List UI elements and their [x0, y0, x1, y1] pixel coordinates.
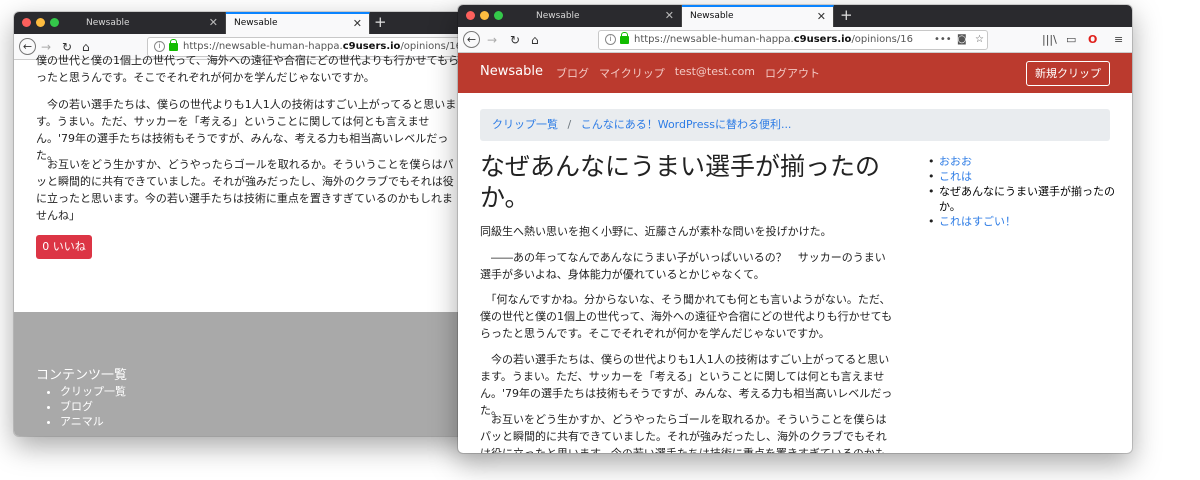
menu-icon[interactable]: ≡: [1114, 32, 1123, 48]
lock-icon: [169, 39, 178, 51]
sidebar-item[interactable]: これはすごい！: [926, 214, 1121, 229]
new-tab-icon[interactable]: +: [374, 12, 387, 33]
close-tab-icon[interactable]: ✕: [665, 5, 674, 27]
url-prefix: https://newsable-human-happa.: [183, 41, 343, 52]
footer-link-animal[interactable]: アニマル: [60, 414, 126, 429]
bookmark-star-icon[interactable]: ☆: [975, 31, 984, 49]
breadcrumb-clip-list[interactable]: クリップ一覧: [492, 118, 558, 131]
sidebar-item[interactable]: おおお: [926, 154, 1121, 169]
tab-label: Newsable: [234, 18, 278, 28]
close-tab-icon[interactable]: ✕: [209, 12, 218, 34]
opera-extension-icon[interactable]: O: [1088, 32, 1097, 48]
footer-link-clips[interactable]: クリップ一覧: [60, 384, 126, 399]
sidebar-list: おおお これは なぜあんなにうまい選手が揃ったのか。 これはすごい！: [926, 154, 1121, 229]
tab-1[interactable]: Newsable ✕: [78, 12, 226, 34]
footer: コンテンツ一覧 クリップ一覧 ブログ アニマル: [14, 312, 480, 436]
nav-link-user-email[interactable]: test@test.com: [675, 65, 755, 81]
nav-link-my-clips[interactable]: マイクリップ: [599, 65, 665, 81]
tab-label: Newsable: [86, 18, 130, 28]
article-paragraph: ――あの年ってなんであんなにうまい子がいっぱいいるの？ サッカーのうまい選手が多…: [480, 251, 886, 281]
breadcrumb-separator: /: [567, 118, 572, 131]
article-paragraph: 「何なんですかね。分からないな、そう聞かれても何とも言いようがない。ただ、僕の世…: [480, 293, 893, 340]
home-icon[interactable]: ⌂: [531, 32, 539, 48]
brand-logo[interactable]: Newsable: [480, 64, 543, 79]
close-window-button[interactable]: [22, 18, 31, 27]
article-paragraph: お互いをどう生かすか、どうやったらゴールを取れるか。そういうことを僕らはパッと瞬…: [36, 158, 454, 222]
url-path: /opinions/16: [400, 41, 462, 52]
minimize-window-button[interactable]: [36, 18, 45, 27]
close-tab-icon[interactable]: ✕: [817, 7, 826, 26]
article-paragraph: 今の若い選手たちは、僕らの世代よりも1人1人の技術はすごい上がってると思います。…: [36, 98, 457, 162]
tab-1[interactable]: Newsable ✕: [528, 5, 682, 27]
breadcrumb: クリップ一覧 / こんなにある！WordPressに替わる便利...: [480, 109, 1110, 141]
zoom-window-button[interactable]: [50, 18, 59, 27]
url-domain: c9users.io: [342, 41, 401, 52]
footer-list: クリップ一覧 ブログ アニマル: [60, 384, 126, 429]
tab-label: Newsable: [536, 11, 580, 21]
info-icon[interactable]: i: [605, 33, 616, 45]
back-arrow-icon[interactable]: ←: [463, 31, 480, 48]
info-icon[interactable]: i: [154, 40, 165, 52]
window-controls: [22, 18, 59, 27]
forward-arrow-icon[interactable]: →: [487, 32, 497, 48]
url-prefix: https://newsable-human-happa.: [634, 34, 794, 45]
back-arrow-icon[interactable]: ←: [19, 38, 36, 55]
lock-icon: [620, 32, 629, 44]
url-domain: c9users.io: [793, 34, 852, 45]
nav-link-logout[interactable]: ログアウト: [765, 65, 820, 81]
site-navbar: Newsable ブログ マイクリップ test@test.com ログアウト …: [458, 53, 1132, 93]
reload-icon[interactable]: ↻: [510, 32, 520, 48]
minimize-window-button[interactable]: [480, 11, 489, 20]
tab-label: Newsable: [690, 11, 734, 21]
browser-window-front: Newsable ✕ Newsable ✕ + ← → ↻ ⌂ i https:/…: [458, 5, 1132, 453]
close-tab-icon[interactable]: ✕: [353, 14, 362, 33]
nav-links: ブログ マイクリップ test@test.com ログアウト: [556, 65, 820, 81]
close-window-button[interactable]: [466, 11, 475, 20]
new-clip-button[interactable]: 新規クリップ: [1026, 61, 1110, 86]
sidebar-link[interactable]: これはすごい！: [939, 215, 1016, 228]
browser-window-back: Newsable ✕ Newsable ✕ + ← → ↻ ⌂ i https:/…: [14, 12, 480, 436]
zoom-window-button[interactable]: [494, 11, 503, 20]
page-title: なぜあんなにうまい選手が揃ったのか。: [480, 152, 881, 212]
url-bar[interactable]: i https://newsable-human-happa.c9users.io…: [598, 30, 988, 50]
article-paragraph: 僕の世代と僕の1個上の世代って、海外への遠征や合宿にどの世代よりも行かせてもらっ…: [36, 54, 460, 84]
article-paragraph: お互いをどう生かすか、どうやったらゴールを取れるか。そういうことを僕らはパッと瞬…: [480, 413, 887, 453]
more-actions-icon[interactable]: •••: [934, 31, 952, 49]
sidebar-link[interactable]: これは: [939, 170, 972, 183]
footer-link-blog[interactable]: ブログ: [60, 399, 126, 414]
sidebar-item[interactable]: これは: [926, 169, 1121, 184]
library-icon[interactable]: |||\: [1042, 32, 1057, 48]
sidebar-item-current: なぜあんなにうまい選手が揃ったのか。: [926, 184, 1121, 214]
article-paragraph: 同級生へ熱い思いを抱く小野に、近藤さんが素朴な問いを投げかけた。: [480, 225, 832, 238]
url-path: /opinions/16: [851, 34, 913, 45]
sidebar-current-label: なぜあんなにうまい選手が揃ったのか。: [939, 185, 1115, 213]
like-button[interactable]: 0 いいね: [36, 235, 92, 259]
nav-link-blog[interactable]: ブログ: [556, 65, 589, 81]
tab-2[interactable]: Newsable ✕: [226, 12, 370, 34]
window-controls: [466, 11, 503, 20]
pocket-icon[interactable]: ◙: [957, 31, 967, 49]
footer-title: コンテンツ一覧: [36, 368, 128, 383]
page-content: 僕の世代と僕の1個上の世代って、海外への遠征や合宿にどの世代よりも行かせてもらっ…: [14, 54, 480, 436]
article-paragraph: 今の若い選手たちは、僕らの世代よりも1人1人の技術はすごい上がってると思います。…: [480, 353, 893, 417]
nav-toolbar: ← → ↻ ⌂ i https://newsable-human-happa.c9…: [458, 27, 1132, 53]
tab-bar: Newsable ✕ Newsable ✕ +: [458, 5, 1132, 27]
sidebar-link[interactable]: おおお: [939, 155, 972, 168]
breadcrumb-current[interactable]: こんなにある！WordPressに替わる便利...: [581, 118, 792, 131]
sidebar-toggle-icon[interactable]: ▭: [1066, 32, 1076, 48]
new-tab-icon[interactable]: +: [840, 5, 853, 26]
tab-2[interactable]: Newsable ✕: [682, 5, 834, 27]
tab-bar: Newsable ✕ Newsable ✕ +: [14, 12, 480, 34]
